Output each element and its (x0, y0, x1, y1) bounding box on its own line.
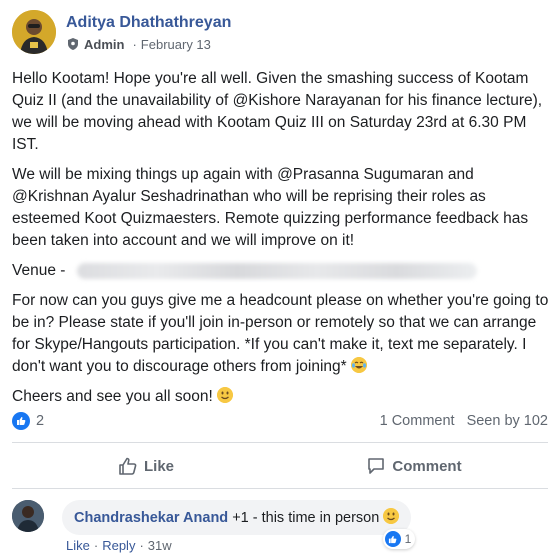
comment-like-link[interactable]: Like (66, 538, 90, 553)
admin-badge: Admin (84, 36, 125, 52)
blurred-venue-address (77, 263, 478, 279)
comment-age[interactable]: 31w (148, 538, 172, 553)
post-paragraph-text: Cheers and see you all soon! (12, 388, 213, 405)
separator: · (139, 538, 144, 553)
thumbs-up-icon (389, 535, 397, 543)
smiling-face-emoji (217, 387, 234, 403)
post-paragraph: Cheers and see you all soon! (12, 386, 552, 408)
post-header: Aditya Dhathathreyan Admin · February 13 (12, 8, 231, 56)
post-paragraph: For now can you guys give me a headcount… (12, 290, 552, 378)
comment-reactions[interactable]: 1 (382, 529, 416, 549)
comment-item: Chandrashekar Anand +1 - this time in pe… (12, 500, 416, 549)
meta-separator: · (132, 36, 137, 52)
author-avatar[interactable] (12, 10, 56, 54)
post-paragraph: We will be mixing things up again with @… (12, 166, 529, 249)
comment-actions: Like · Reply · 31w (66, 538, 172, 553)
divider (12, 488, 548, 489)
thumbs-up-icon (17, 417, 26, 425)
comment-count[interactable]: 1 Comment (380, 413, 455, 429)
comment-button[interactable]: Comment (280, 448, 548, 484)
separator: · (93, 538, 99, 553)
like-reaction-icon[interactable] (12, 412, 30, 430)
author-avatar-image (12, 10, 56, 54)
post-actions: Like Comment (12, 448, 548, 484)
comment-bubble: Chandrashekar Anand +1 - this time in pe… (62, 500, 416, 549)
post-body: Hello Kootam! Hope you're all well. Give… (12, 68, 552, 416)
like-reaction-icon (384, 531, 401, 547)
comment-text: +1 - this time in person (232, 510, 380, 526)
tears-of-joy-emoji (351, 357, 367, 373)
commenter-avatar-image (12, 500, 44, 532)
smiling-face-emoji (383, 508, 400, 524)
venue-label: Venue - (12, 262, 66, 279)
divider (12, 442, 548, 443)
seen-by-count[interactable]: Seen by 102 (467, 413, 548, 429)
shield-icon (68, 38, 78, 50)
like-count[interactable]: 2 (36, 413, 44, 429)
thumbs-up-icon (119, 457, 137, 475)
post-paragraph-text: For now can you guys give me a headcount… (12, 292, 549, 375)
comment-author[interactable]: Chandrashekar Anand (74, 510, 228, 526)
commenter-avatar[interactable] (12, 500, 44, 532)
post-paragraph: Hello Kootam! Hope you're all well. Give… (12, 70, 543, 153)
comment-button-label: Comment (392, 457, 462, 475)
comment-reply-link[interactable]: Reply (102, 538, 135, 553)
comment-reaction-count: 1 (404, 532, 412, 546)
venue-line: Venue - (12, 260, 552, 282)
post-author-name[interactable]: Aditya Dhathathreyan (66, 13, 231, 33)
comment-icon (368, 458, 385, 474)
post-stats: 2 1 Comment Seen by 102 (12, 410, 548, 432)
post-date[interactable]: February 13 (141, 37, 211, 52)
like-button[interactable]: Like (12, 448, 280, 484)
like-button-label: Like (143, 457, 174, 475)
